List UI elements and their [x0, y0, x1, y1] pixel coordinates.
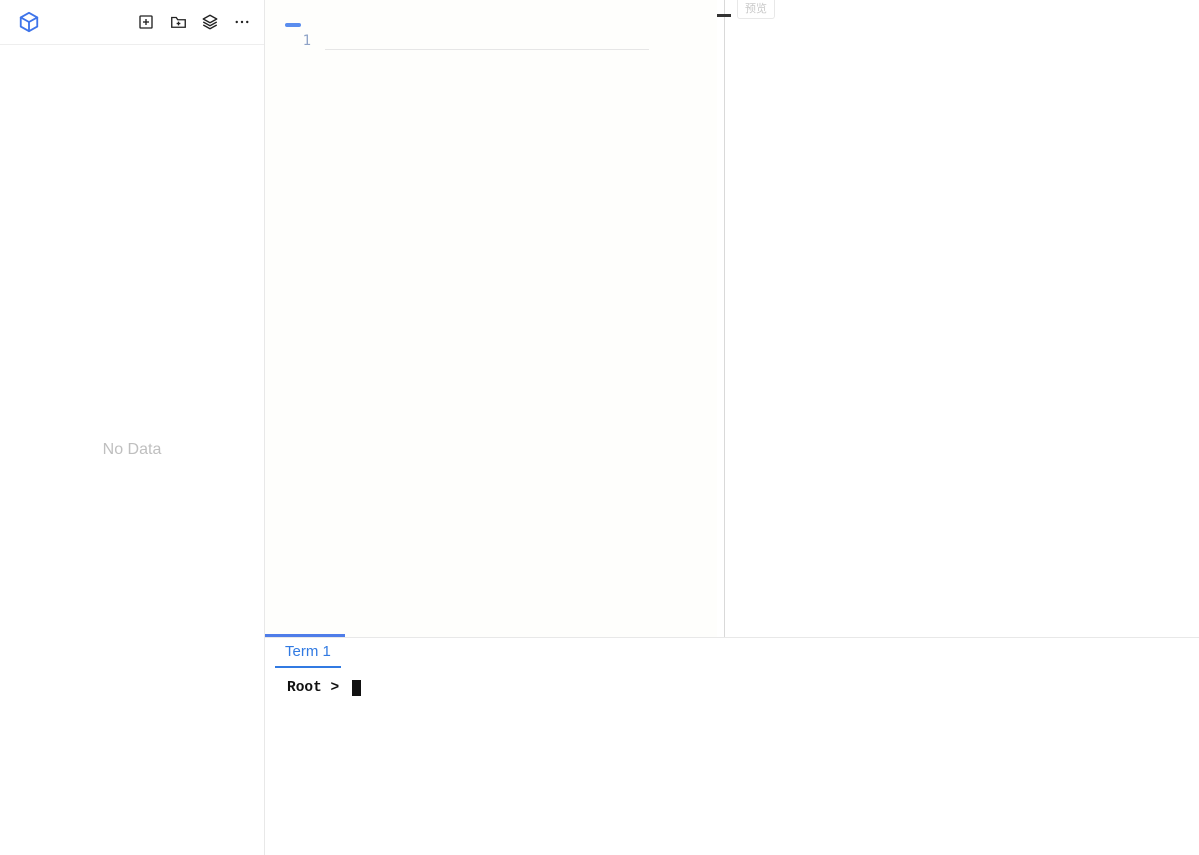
editor-gutter: 1: [265, 27, 325, 637]
layers-icon[interactable]: [200, 12, 220, 32]
sidebar: No Data: [0, 0, 265, 855]
terminal-tab[interactable]: Term 1: [275, 639, 341, 668]
sidebar-header: [0, 0, 264, 45]
terminal-tab-bar: Term 1: [265, 638, 1199, 668]
terminal-panel: Term 1 Root >: [265, 638, 1199, 855]
more-icon[interactable]: [232, 12, 252, 32]
code-area[interactable]: [325, 27, 717, 637]
active-line-underline: [325, 49, 649, 50]
app-logo-icon: [18, 11, 40, 33]
main-area: 1 预览 Term 1 Ro: [265, 0, 1199, 855]
new-folder-icon[interactable]: [168, 12, 188, 32]
preview-button[interactable]: 预览: [737, 0, 775, 19]
sidebar-empty-state: No Data: [0, 45, 264, 855]
line-number: 1: [265, 33, 311, 49]
app-root: No Data 1: [0, 0, 1199, 855]
editor-tab-bar: [265, 0, 717, 27]
new-file-icon[interactable]: [136, 12, 156, 32]
splitter-handle-icon[interactable]: [717, 14, 731, 17]
sidebar-actions: [136, 12, 252, 32]
terminal-prompt: Root >: [287, 680, 348, 696]
vertical-splitter[interactable]: [717, 0, 731, 637]
terminal-cursor: [352, 680, 361, 696]
work-row: 1 预览: [265, 0, 1199, 638]
terminal-body[interactable]: Root >: [265, 668, 1199, 855]
editor-body[interactable]: 1: [265, 27, 717, 637]
no-data-label: No Data: [103, 441, 162, 459]
editor-bottom-indicator: [265, 634, 345, 637]
preview-column: 预览: [731, 0, 1199, 637]
editor-column: 1: [265, 0, 717, 637]
